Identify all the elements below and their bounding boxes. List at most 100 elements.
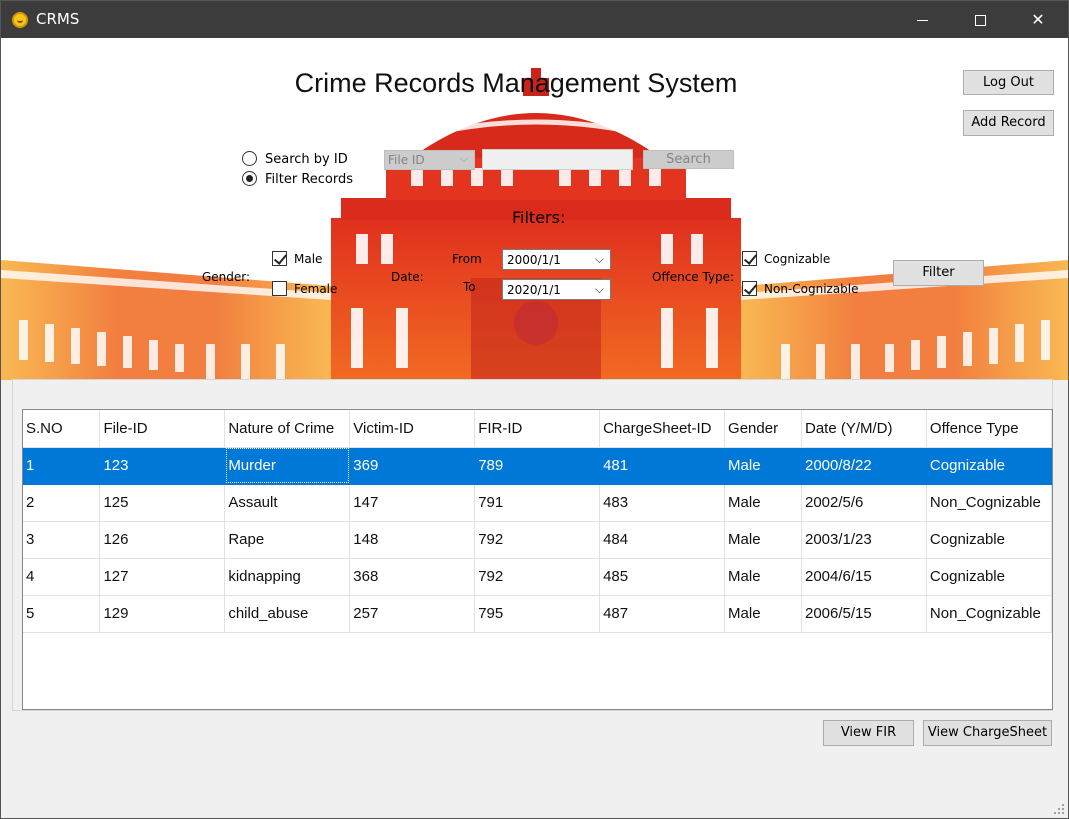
table-cell[interactable]: 2003/1/23 [801, 521, 927, 559]
resize-grip-icon[interactable] [1054, 804, 1064, 814]
table-cell[interactable]: 368 [349, 558, 476, 596]
date-label: Date: [391, 270, 424, 284]
table-cell[interactable]: 3 [23, 521, 101, 559]
table-cell[interactable]: 791 [474, 484, 601, 522]
cognizable-checkbox[interactable] [742, 251, 757, 266]
table-cell[interactable]: 148 [349, 521, 476, 559]
close-icon: ✕ [1031, 10, 1045, 29]
title-bar[interactable]: CRMS ✕ [1, 1, 1068, 38]
table-cell[interactable]: 487 [599, 595, 726, 633]
offence-type-label: Offence Type: [652, 270, 735, 284]
minimize-icon [916, 20, 928, 21]
gender-label: Gender: [202, 270, 251, 284]
table-cell[interactable]: Male [724, 595, 802, 633]
table-cell[interactable]: 129 [99, 595, 226, 633]
table-cell[interactable]: 126 [99, 521, 226, 559]
minimize-button[interactable] [893, 1, 951, 38]
table-row[interactable]: 3 126 Rape 148 792 484 Male 2003/1/23 Co… [23, 521, 1052, 559]
table-row[interactable]: 5 129 child_abuse 257 795 487 Male 2006/… [23, 595, 1052, 633]
table-cell[interactable]: Assault [224, 484, 351, 522]
table-cell[interactable]: 795 [474, 595, 601, 633]
table-cell[interactable]: 789 [474, 447, 601, 485]
table-cell[interactable]: 2006/5/15 [801, 595, 927, 633]
radio-filter-records-control[interactable] [242, 171, 257, 186]
column-header[interactable]: Victim-ID [349, 410, 476, 448]
column-header[interactable]: Nature of Crime [224, 410, 351, 448]
from-label: From [452, 252, 482, 266]
column-header[interactable]: Offence Type [926, 410, 1052, 448]
maximize-button[interactable] [951, 1, 1009, 38]
table-cell[interactable]: 792 [474, 521, 601, 559]
table-row[interactable]: 4 127 kidnapping 368 792 485 Male 2004/6… [23, 558, 1052, 596]
table-cell[interactable]: 1 [23, 447, 101, 485]
table-row[interactable]: 1 123 Murder 369 789 481 Male 2000/8/22 … [23, 447, 1052, 485]
column-header[interactable]: File-ID [99, 410, 226, 448]
search-field-value: File ID [388, 153, 425, 167]
table-cell[interactable]: Cognizable [926, 447, 1052, 485]
non-cognizable-label: Non-Cognizable [764, 282, 859, 296]
column-header[interactable]: S.NO [23, 410, 101, 448]
maximize-icon [974, 15, 986, 26]
logout-button[interactable]: Log Out [963, 70, 1054, 95]
close-button[interactable]: ✕ [1009, 1, 1067, 38]
table-cell[interactable]: 5 [23, 595, 101, 633]
table-cell[interactable]: Male [724, 447, 802, 485]
search-field-select[interactable]: File ID ⌵ [384, 150, 475, 170]
table-cell[interactable]: child_abuse [224, 595, 351, 633]
table-cell[interactable]: Murder [224, 447, 351, 485]
to-date-picker[interactable]: 2020/1/1 ⌵ [502, 279, 611, 300]
table-cell[interactable]: Cognizable [926, 558, 1052, 596]
table-cell[interactable]: Male [724, 521, 802, 559]
female-label: Female [294, 282, 338, 296]
table-cell[interactable]: 369 [349, 447, 476, 485]
column-header[interactable]: FIR-ID [474, 410, 601, 448]
filter-button[interactable]: Filter [893, 260, 984, 286]
table-cell[interactable]: Non_Cognizable [926, 595, 1052, 633]
table-cell[interactable]: Rape [224, 521, 351, 559]
window-title: CRMS [36, 10, 80, 28]
table-cell[interactable]: Male [724, 558, 802, 596]
column-header[interactable]: Date (Y/M/D) [801, 410, 927, 448]
table-cell[interactable]: 125 [99, 484, 226, 522]
table-cell[interactable]: 257 [349, 595, 476, 633]
table-cell[interactable]: 2004/6/15 [801, 558, 927, 596]
table-cell[interactable]: 792 [474, 558, 601, 596]
table-cell[interactable]: Cognizable [926, 521, 1052, 559]
non-cognizable-checkbox[interactable] [742, 281, 757, 296]
table-cell[interactable]: 127 [99, 558, 226, 596]
app-title: Crime Records Management System [294, 68, 738, 98]
table-cell[interactable]: 2002/5/6 [801, 484, 927, 522]
table-header-row: S.NO File-ID Nature of Crime Victim-ID F… [23, 410, 1052, 448]
add-record-button[interactable]: Add Record [963, 110, 1054, 136]
column-header[interactable]: Gender [724, 410, 802, 448]
radio-search-by-id-control[interactable] [242, 151, 257, 166]
from-date-value: 2000/1/1 [507, 253, 561, 267]
records-table[interactable]: S.NO File-ID Nature of Crime Victim-ID F… [22, 409, 1053, 710]
table-cell[interactable]: 147 [349, 484, 476, 522]
crms-window: CRMS ✕ Crime Records Management System L… [0, 0, 1069, 819]
chevron-down-icon: ⌵ [459, 152, 468, 165]
view-fir-button[interactable]: View FIR [823, 720, 914, 746]
from-date-picker[interactable]: 2000/1/1 ⌵ [502, 249, 611, 270]
table-cell[interactable]: kidnapping [224, 558, 351, 596]
column-header[interactable]: ChargeSheet-ID [599, 410, 726, 448]
search-button[interactable]: Search [643, 150, 734, 169]
table-cell[interactable]: 483 [599, 484, 726, 522]
table-cell[interactable]: Non_Cognizable [926, 484, 1052, 522]
male-label: Male [294, 252, 323, 266]
table-cell[interactable]: 2 [23, 484, 101, 522]
table-cell[interactable]: 484 [599, 521, 726, 559]
male-checkbox[interactable] [272, 251, 287, 266]
table-cell[interactable]: 4 [23, 558, 101, 596]
table-cell[interactable]: 485 [599, 558, 726, 596]
table-cell[interactable]: Male [724, 484, 802, 522]
view-chargesheet-button[interactable]: View ChargeSheet [923, 720, 1052, 746]
table-row[interactable]: 2 125 Assault 147 791 483 Male 2002/5/6 … [23, 484, 1052, 522]
female-checkbox[interactable] [272, 281, 287, 296]
table-cell[interactable]: 481 [599, 447, 726, 485]
search-input[interactable] [482, 149, 633, 170]
table-cell[interactable]: 123 [99, 447, 226, 485]
client-area: Crime Records Management System Log Out … [1, 38, 1068, 818]
table-cell[interactable]: 2000/8/22 [801, 447, 927, 485]
radio-search-by-id-label: Search by ID [265, 152, 348, 167]
